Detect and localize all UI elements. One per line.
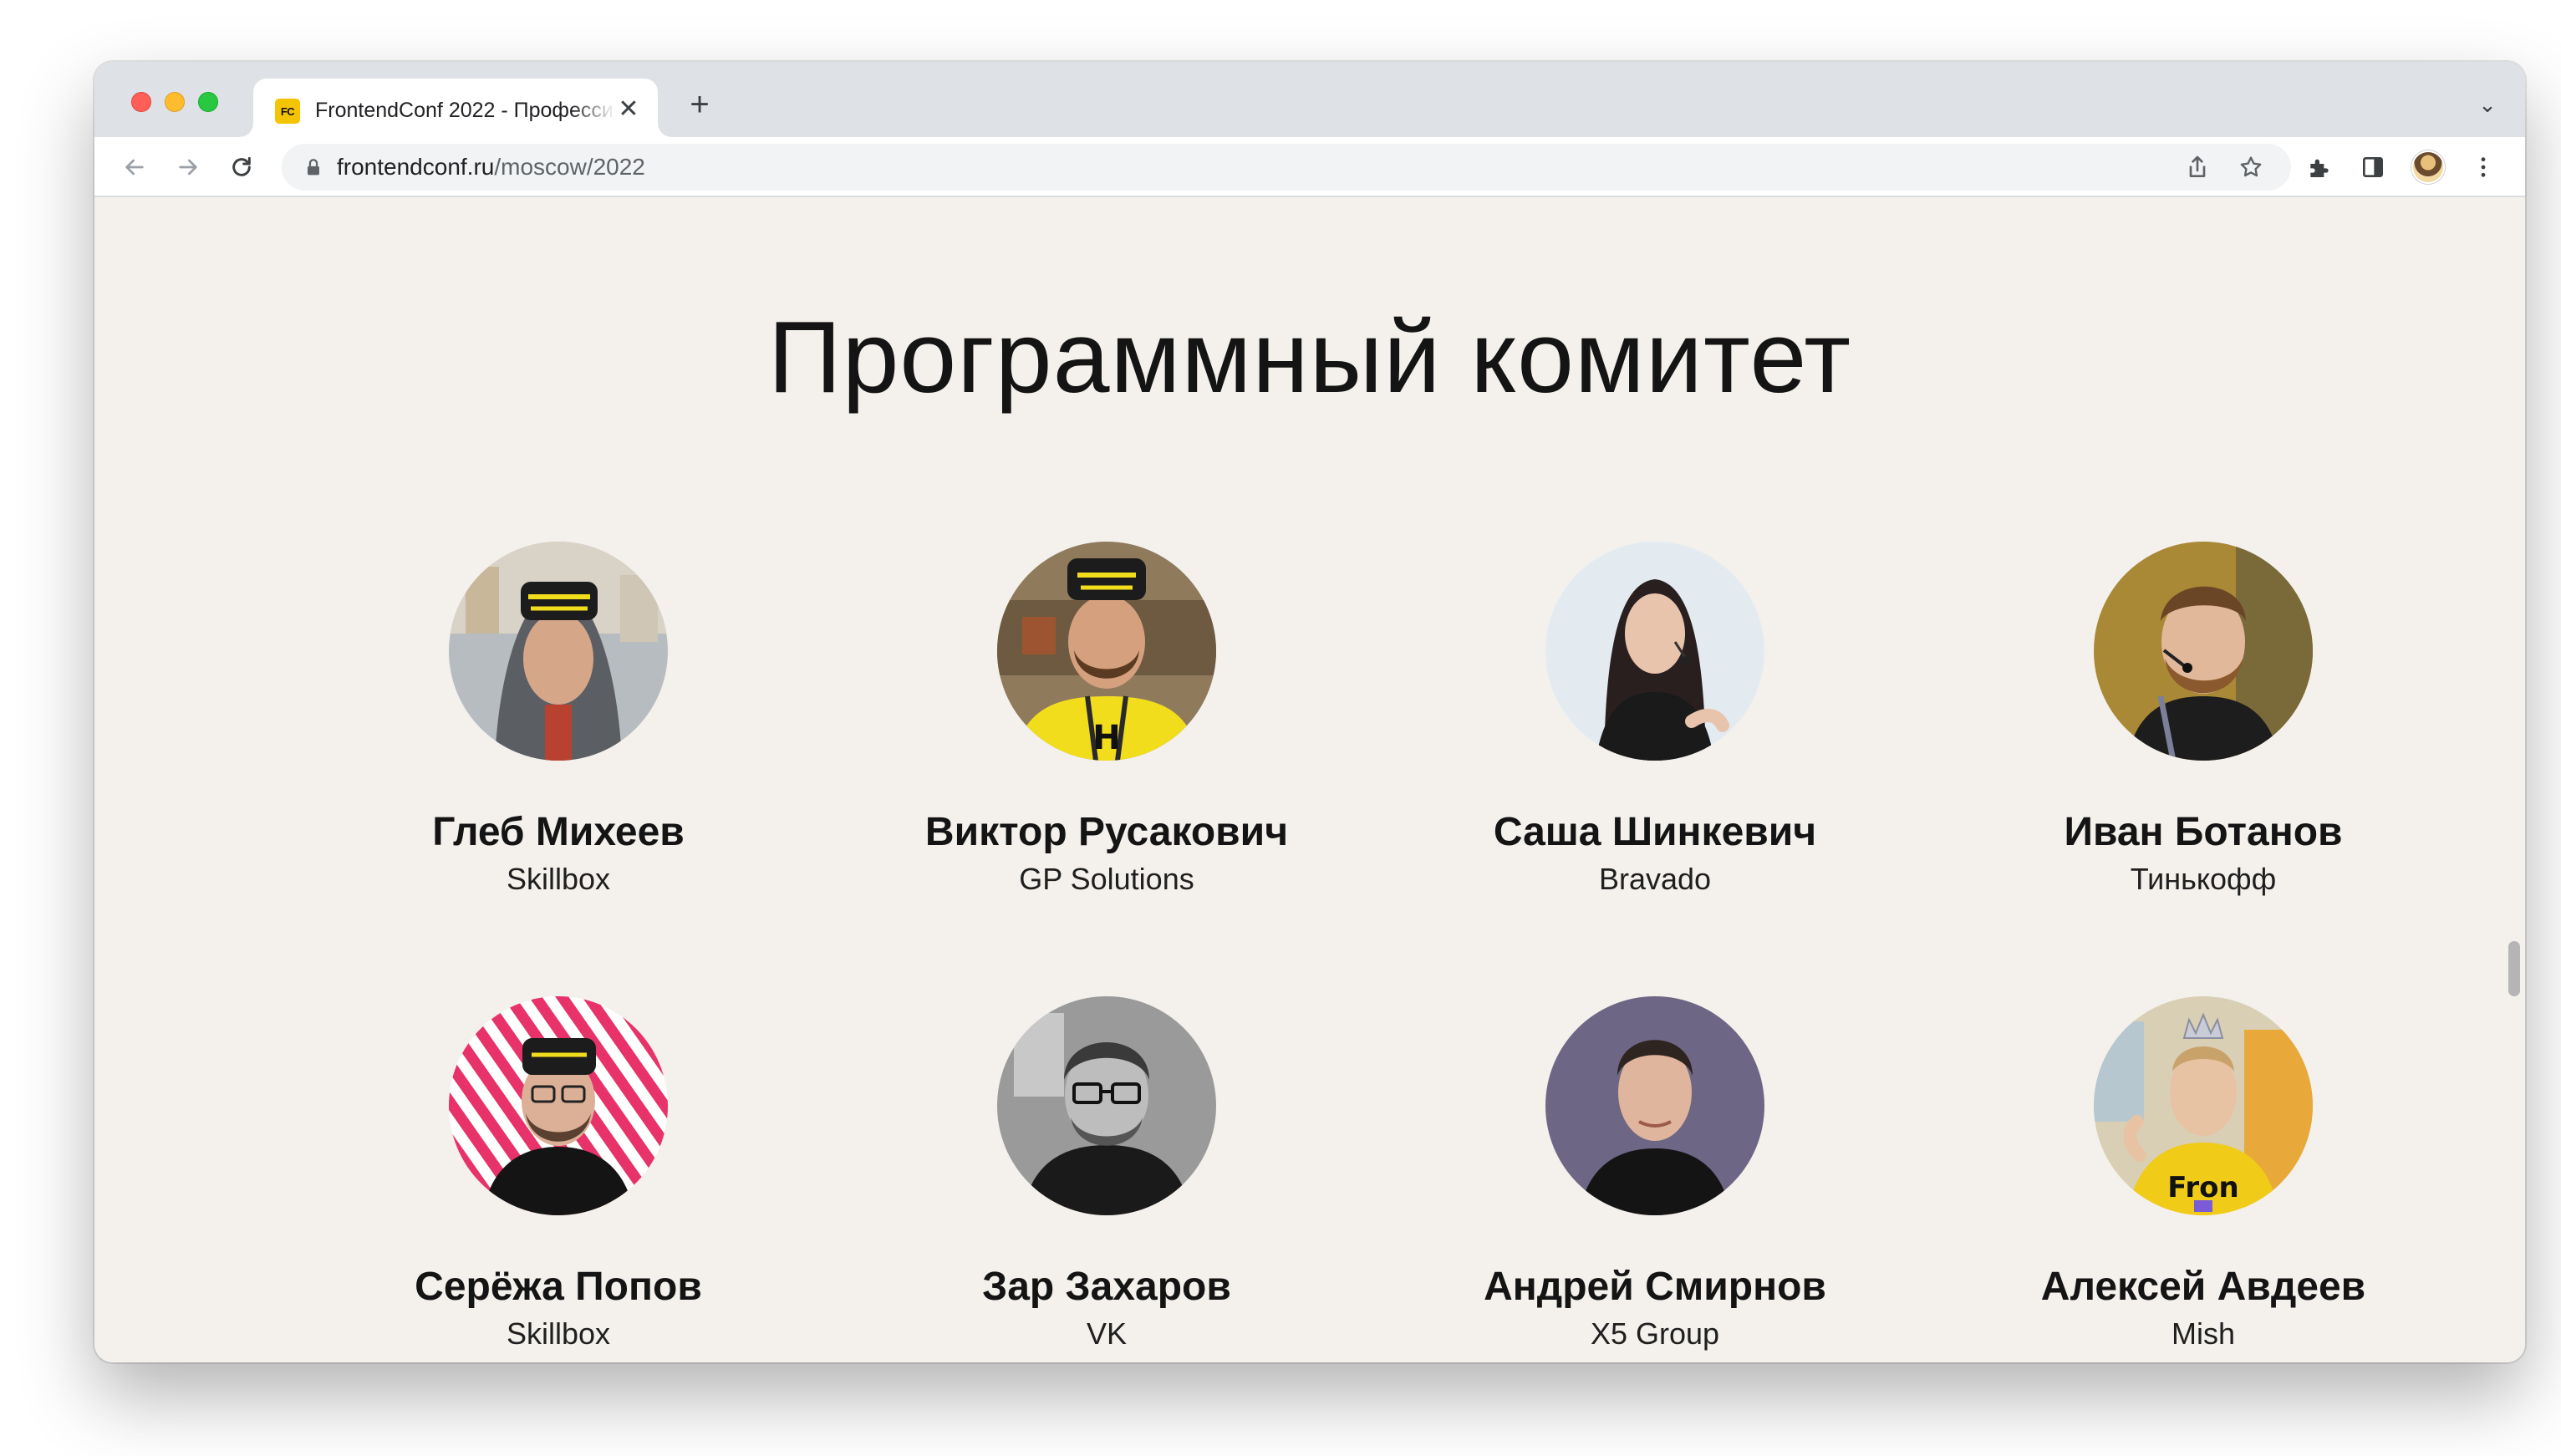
member-company: Тинькофф xyxy=(2130,862,2277,896)
page-content: Программный комитет Глеб Михеев Skillbox… xyxy=(94,197,2525,1362)
reload-icon xyxy=(232,156,251,176)
portrait-striped-pink-icon xyxy=(449,996,668,1215)
member-name: Глеб Михеев xyxy=(432,810,685,854)
member-company: GP Solutions xyxy=(1019,862,1194,896)
committee-member-card[interactable]: Серёжа Попов Skillbox xyxy=(308,996,809,1352)
member-name: Серёжа Попов xyxy=(415,1265,702,1309)
section-heading: Программный комитет xyxy=(767,300,1852,414)
member-name: Зар Захаров xyxy=(982,1265,1231,1309)
portrait-headset-speaking-icon xyxy=(1545,542,1764,761)
close-window-button[interactable] xyxy=(131,92,151,112)
member-company: VK xyxy=(1086,1316,1128,1351)
portrait-hood-cap-icon xyxy=(449,542,668,761)
member-name: Саша Шинкевич xyxy=(1493,810,1817,854)
member-photo xyxy=(449,996,668,1215)
portrait-headset-beard-icon xyxy=(2094,542,2313,761)
tab-title: FrontendConf 2022 - Профессиональная кон… xyxy=(315,99,616,122)
new-tab-icon[interactable]: + xyxy=(685,88,715,121)
forward-button[interactable] xyxy=(170,149,206,186)
profile-avatar[interactable] xyxy=(2411,150,2445,184)
committee-member-card[interactable]: Глеб Михеев Skillbox xyxy=(308,542,809,898)
member-name: Иван Ботанов xyxy=(2064,810,2343,854)
committee-member-card[interactable]: Саша Шинкевич Bravado xyxy=(1404,542,1906,898)
portrait-yellow-hoodie-crown-icon: Fron xyxy=(2094,996,2313,1215)
share-icon[interactable] xyxy=(2184,154,2211,181)
browser-tab-active[interactable]: FC FrontendConf 2022 - Профессиональная … xyxy=(240,79,671,137)
bookmark-star-icon[interactable] xyxy=(2238,154,2264,181)
member-name: Андрей Смирнов xyxy=(1484,1265,1826,1309)
portrait-bw-glasses-icon xyxy=(997,996,1216,1215)
member-company: Mish xyxy=(2171,1316,2235,1351)
minimize-window-button[interactable] xyxy=(165,92,185,112)
url-domain: frontendconf.ru xyxy=(337,154,495,180)
member-photo xyxy=(997,996,1216,1215)
frontendconf-favicon-icon: FC xyxy=(275,99,300,124)
svg-text:Fron: Fron xyxy=(2167,1171,2238,1204)
url-path: /moscow/2022 xyxy=(494,154,645,180)
tab-close-icon[interactable]: ✕ xyxy=(616,97,641,122)
tab-strip: FC FrontendConf 2022 - Профессиональная … xyxy=(94,62,2525,137)
side-panel-button[interactable] xyxy=(2356,150,2390,184)
browser-menu-button[interactable] xyxy=(2467,150,2500,184)
arrow-right-icon xyxy=(179,159,197,176)
committee-member-card[interactable]: Fron Алексей Авдеев Mish xyxy=(1953,996,2454,1352)
reload-button[interactable] xyxy=(223,149,260,186)
member-photo xyxy=(1545,996,1764,1215)
kebab-menu-icon xyxy=(2481,157,2486,177)
browser-window: FC FrontendConf 2022 - Профессиональная … xyxy=(94,62,2525,1362)
member-photo xyxy=(449,542,668,761)
svg-text:H: H xyxy=(1092,719,1120,757)
browser-toolbar: frontendconf.ru/moscow/2022 xyxy=(94,137,2525,197)
committee-member-card[interactable]: Иван Ботанов Тинькофф xyxy=(1953,542,2454,898)
committee-member-card[interactable]: Андрей Смирнов X5 Group xyxy=(1404,996,1906,1352)
lock-icon[interactable] xyxy=(302,155,325,179)
back-button[interactable] xyxy=(116,149,153,186)
arrow-left-icon xyxy=(125,159,144,176)
member-company: Skillbox xyxy=(506,862,611,896)
member-photo: H xyxy=(997,542,1216,761)
side-panel-icon xyxy=(2363,157,2383,177)
url-text[interactable]: frontendconf.ru/moscow/2022 xyxy=(337,154,645,181)
member-name: Виктор Русакович xyxy=(924,810,1289,854)
member-company: X5 Group xyxy=(1590,1316,1720,1351)
tab-search-chevron-icon[interactable]: ⌄ xyxy=(2475,92,2500,117)
member-name: Алексей Авдеев xyxy=(2040,1265,2366,1309)
committee-member-card[interactable]: H Виктор Русакович GP Solutions xyxy=(856,542,1357,898)
member-company: Bravado xyxy=(1598,862,1712,896)
address-bar[interactable]: frontendconf.ru/moscow/2022 xyxy=(282,144,2291,191)
puzzle-icon xyxy=(2310,159,2329,177)
extensions-button[interactable] xyxy=(2303,150,2336,184)
member-photo: Fron xyxy=(2094,996,2313,1215)
member-company: Skillbox xyxy=(506,1316,611,1351)
member-photo xyxy=(1545,542,1764,761)
portrait-yellow-shirt-icon: H xyxy=(997,542,1216,761)
member-photo xyxy=(2094,542,2313,761)
zoom-window-button[interactable] xyxy=(198,92,218,112)
portrait-purple-bg-icon xyxy=(1545,996,1764,1215)
committee-member-card[interactable]: Зар Захаров VK xyxy=(856,996,1357,1352)
page-scrollbar-thumb[interactable] xyxy=(2508,941,2520,996)
